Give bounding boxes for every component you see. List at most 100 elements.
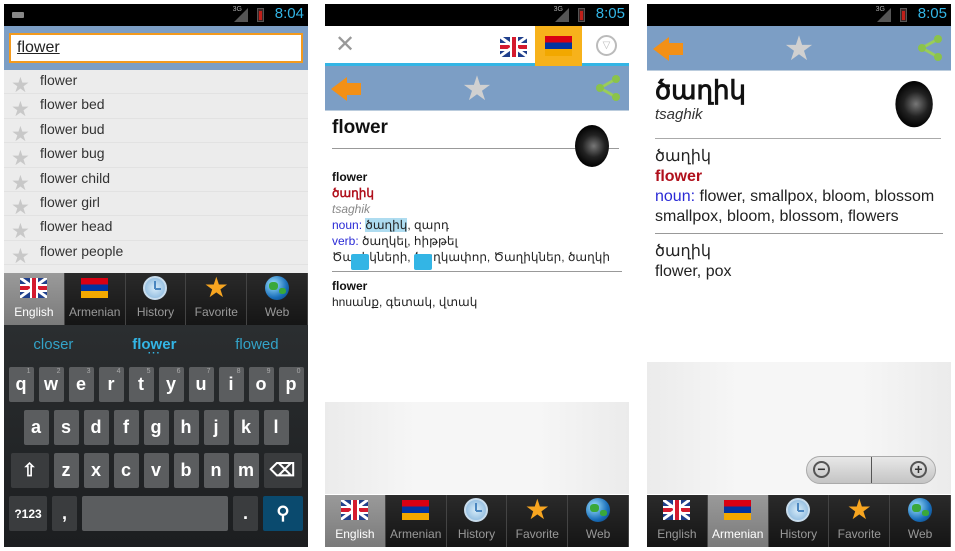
key-row3-5[interactable]: n <box>203 453 229 488</box>
favorite-star-icon[interactable]: ★ <box>462 72 492 106</box>
star-icon[interactable]: ★ <box>11 173 30 194</box>
key-row2-7[interactable]: k <box>233 410 259 445</box>
tab-favorite[interactable]: ★ Favorite <box>829 495 891 547</box>
tab-history[interactable]: History <box>446 495 508 547</box>
suggestion-item[interactable]: ★ flower bed <box>4 94 308 120</box>
entry-header: ծաղիկ tsaghik <box>647 71 951 139</box>
star-icon[interactable]: ★ <box>11 197 30 218</box>
def-text: , զարդ <box>407 218 449 232</box>
key-row1-7[interactable]: i8 <box>218 367 244 402</box>
clock-icon <box>143 276 168 300</box>
tab-favorite[interactable]: ★ Favorite <box>186 273 248 325</box>
suggestion-item[interactable]: ★ flower bud <box>4 119 308 145</box>
battery-icon <box>257 8 264 22</box>
search-key[interactable]: ⚲ <box>263 496 303 531</box>
star-icon[interactable]: ★ <box>11 99 30 120</box>
key-row1-9[interactable]: p0 <box>278 367 304 402</box>
zoom-in-button[interactable]: + <box>872 457 936 483</box>
star-icon[interactable]: ★ <box>11 221 30 242</box>
armenian-flag-button[interactable] <box>535 26 582 66</box>
suggestion-item[interactable]: ★ flower child <box>4 168 308 194</box>
key-row3-4[interactable]: b <box>173 453 199 488</box>
back-arrow-icon[interactable] <box>653 37 683 61</box>
tab-english[interactable]: English <box>647 495 708 547</box>
armenia-flag-icon <box>724 500 752 520</box>
def-verb-line: verb: ծաղկել, հիթթել <box>332 233 622 249</box>
options-icon[interactable]: ▽ <box>596 35 617 56</box>
tab-web[interactable]: Web <box>890 495 951 547</box>
close-icon[interactable]: ✕ <box>335 30 355 59</box>
status-bar: 3G 8:05 <box>325 4 629 26</box>
keyboard-suggestion[interactable]: flowed <box>235 336 278 353</box>
key-row1-3[interactable]: r4 <box>98 367 124 402</box>
key-row3-6[interactable]: m <box>233 453 259 488</box>
key-row1-2[interactable]: e3 <box>68 367 94 402</box>
key-row2-6[interactable]: j <box>203 410 229 445</box>
selection-handle-right[interactable] <box>414 254 432 270</box>
suggestion-item[interactable]: ★ flower head <box>4 216 308 242</box>
share-icon[interactable] <box>595 75 621 101</box>
favorite-star-icon[interactable]: ★ <box>784 32 814 66</box>
suggestion-list: ★ flower ★ flower bed ★ flower bud ★ flower … <box>4 70 308 273</box>
tab-english[interactable]: English <box>325 495 386 547</box>
tab-armenian[interactable]: Armenian <box>64 273 126 325</box>
key-row1-6[interactable]: u7 <box>188 367 214 402</box>
status-bar: 3G 8:04 <box>4 4 308 26</box>
tab-web[interactable]: Web <box>568 495 629 547</box>
period-key[interactable]: . <box>233 496 258 531</box>
key-row2-3[interactable]: f <box>113 410 139 445</box>
zoom-out-button[interactable]: − <box>807 457 872 483</box>
tab-web[interactable]: Web <box>247 273 308 325</box>
suggestion-item[interactable]: ★ flower <box>4 70 308 96</box>
key-row1-5[interactable]: y6 <box>158 367 184 402</box>
key-row2-0[interactable]: a <box>23 410 49 445</box>
battery-icon <box>900 8 907 22</box>
key-row2-2[interactable]: d <box>83 410 109 445</box>
key-row1-0[interactable]: q1 <box>8 367 34 402</box>
space-key[interactable] <box>82 496 228 531</box>
tab-history[interactable]: History <box>125 273 187 325</box>
star-icon[interactable]: ★ <box>11 148 30 169</box>
tab-favorite[interactable]: ★ Favorite <box>507 495 569 547</box>
suggestion-item[interactable]: ★ flower people <box>4 241 308 267</box>
share-icon[interactable] <box>917 35 943 61</box>
selected-text[interactable]: ծաղիկ <box>365 218 408 232</box>
tab-history[interactable]: History <box>768 495 830 547</box>
key-row2-4[interactable]: g <box>143 410 169 445</box>
key-row2-5[interactable]: h <box>173 410 199 445</box>
search-screen: 3G 8:04 ★ flower ★ flower bed ★ flower bud … <box>4 4 308 547</box>
tab-armenian[interactable]: Armenian <box>385 495 447 547</box>
selection-handle-left[interactable] <box>351 254 369 270</box>
clock-time: 8:04 <box>274 5 304 22</box>
uk-flag-button[interactable] <box>500 37 527 57</box>
suggestion-item[interactable]: ★ flower bug <box>4 143 308 169</box>
tab-label: Web <box>585 527 611 541</box>
key-row2-1[interactable]: s <box>53 410 79 445</box>
backspace-key[interactable]: ⌫ <box>263 453 302 488</box>
shift-key[interactable]: ⇧ <box>10 453 49 488</box>
tab-armenian[interactable]: Armenian <box>707 495 769 547</box>
back-arrow-icon[interactable] <box>331 77 361 101</box>
search-input[interactable] <box>9 33 303 63</box>
key-row3-3[interactable]: v <box>143 453 169 488</box>
key-row3-2[interactable]: c <box>113 453 139 488</box>
key-row2-8[interactable]: l <box>263 410 289 445</box>
zoom-in-icon: + <box>910 461 927 478</box>
symbols-key[interactable]: ?123 <box>9 496 47 531</box>
key-row1-8[interactable]: o9 <box>248 367 274 402</box>
star-icon[interactable]: ★ <box>11 124 30 145</box>
keyboard-suggestion[interactable]: closer <box>33 336 73 353</box>
suggestion-item[interactable]: ★ flower girl <box>4 192 308 218</box>
keyboard-suggestion[interactable]: flower <box>132 336 176 353</box>
star-icon[interactable]: ★ <box>11 246 30 267</box>
key-row1-4[interactable]: t5 <box>128 367 154 402</box>
speaker-icon[interactable] <box>891 77 935 130</box>
tab-english[interactable]: English <box>4 273 65 325</box>
comma-key[interactable]: , <box>52 496 77 531</box>
key-row3-0[interactable]: z <box>53 453 79 488</box>
def-extra: smallpox, bloom, blossom, flowers <box>655 208 899 225</box>
key-row3-1[interactable]: x <box>83 453 109 488</box>
star-icon[interactable]: ★ <box>11 75 30 96</box>
key-row1-1[interactable]: w2 <box>38 367 64 402</box>
speaker-icon[interactable] <box>571 121 611 169</box>
